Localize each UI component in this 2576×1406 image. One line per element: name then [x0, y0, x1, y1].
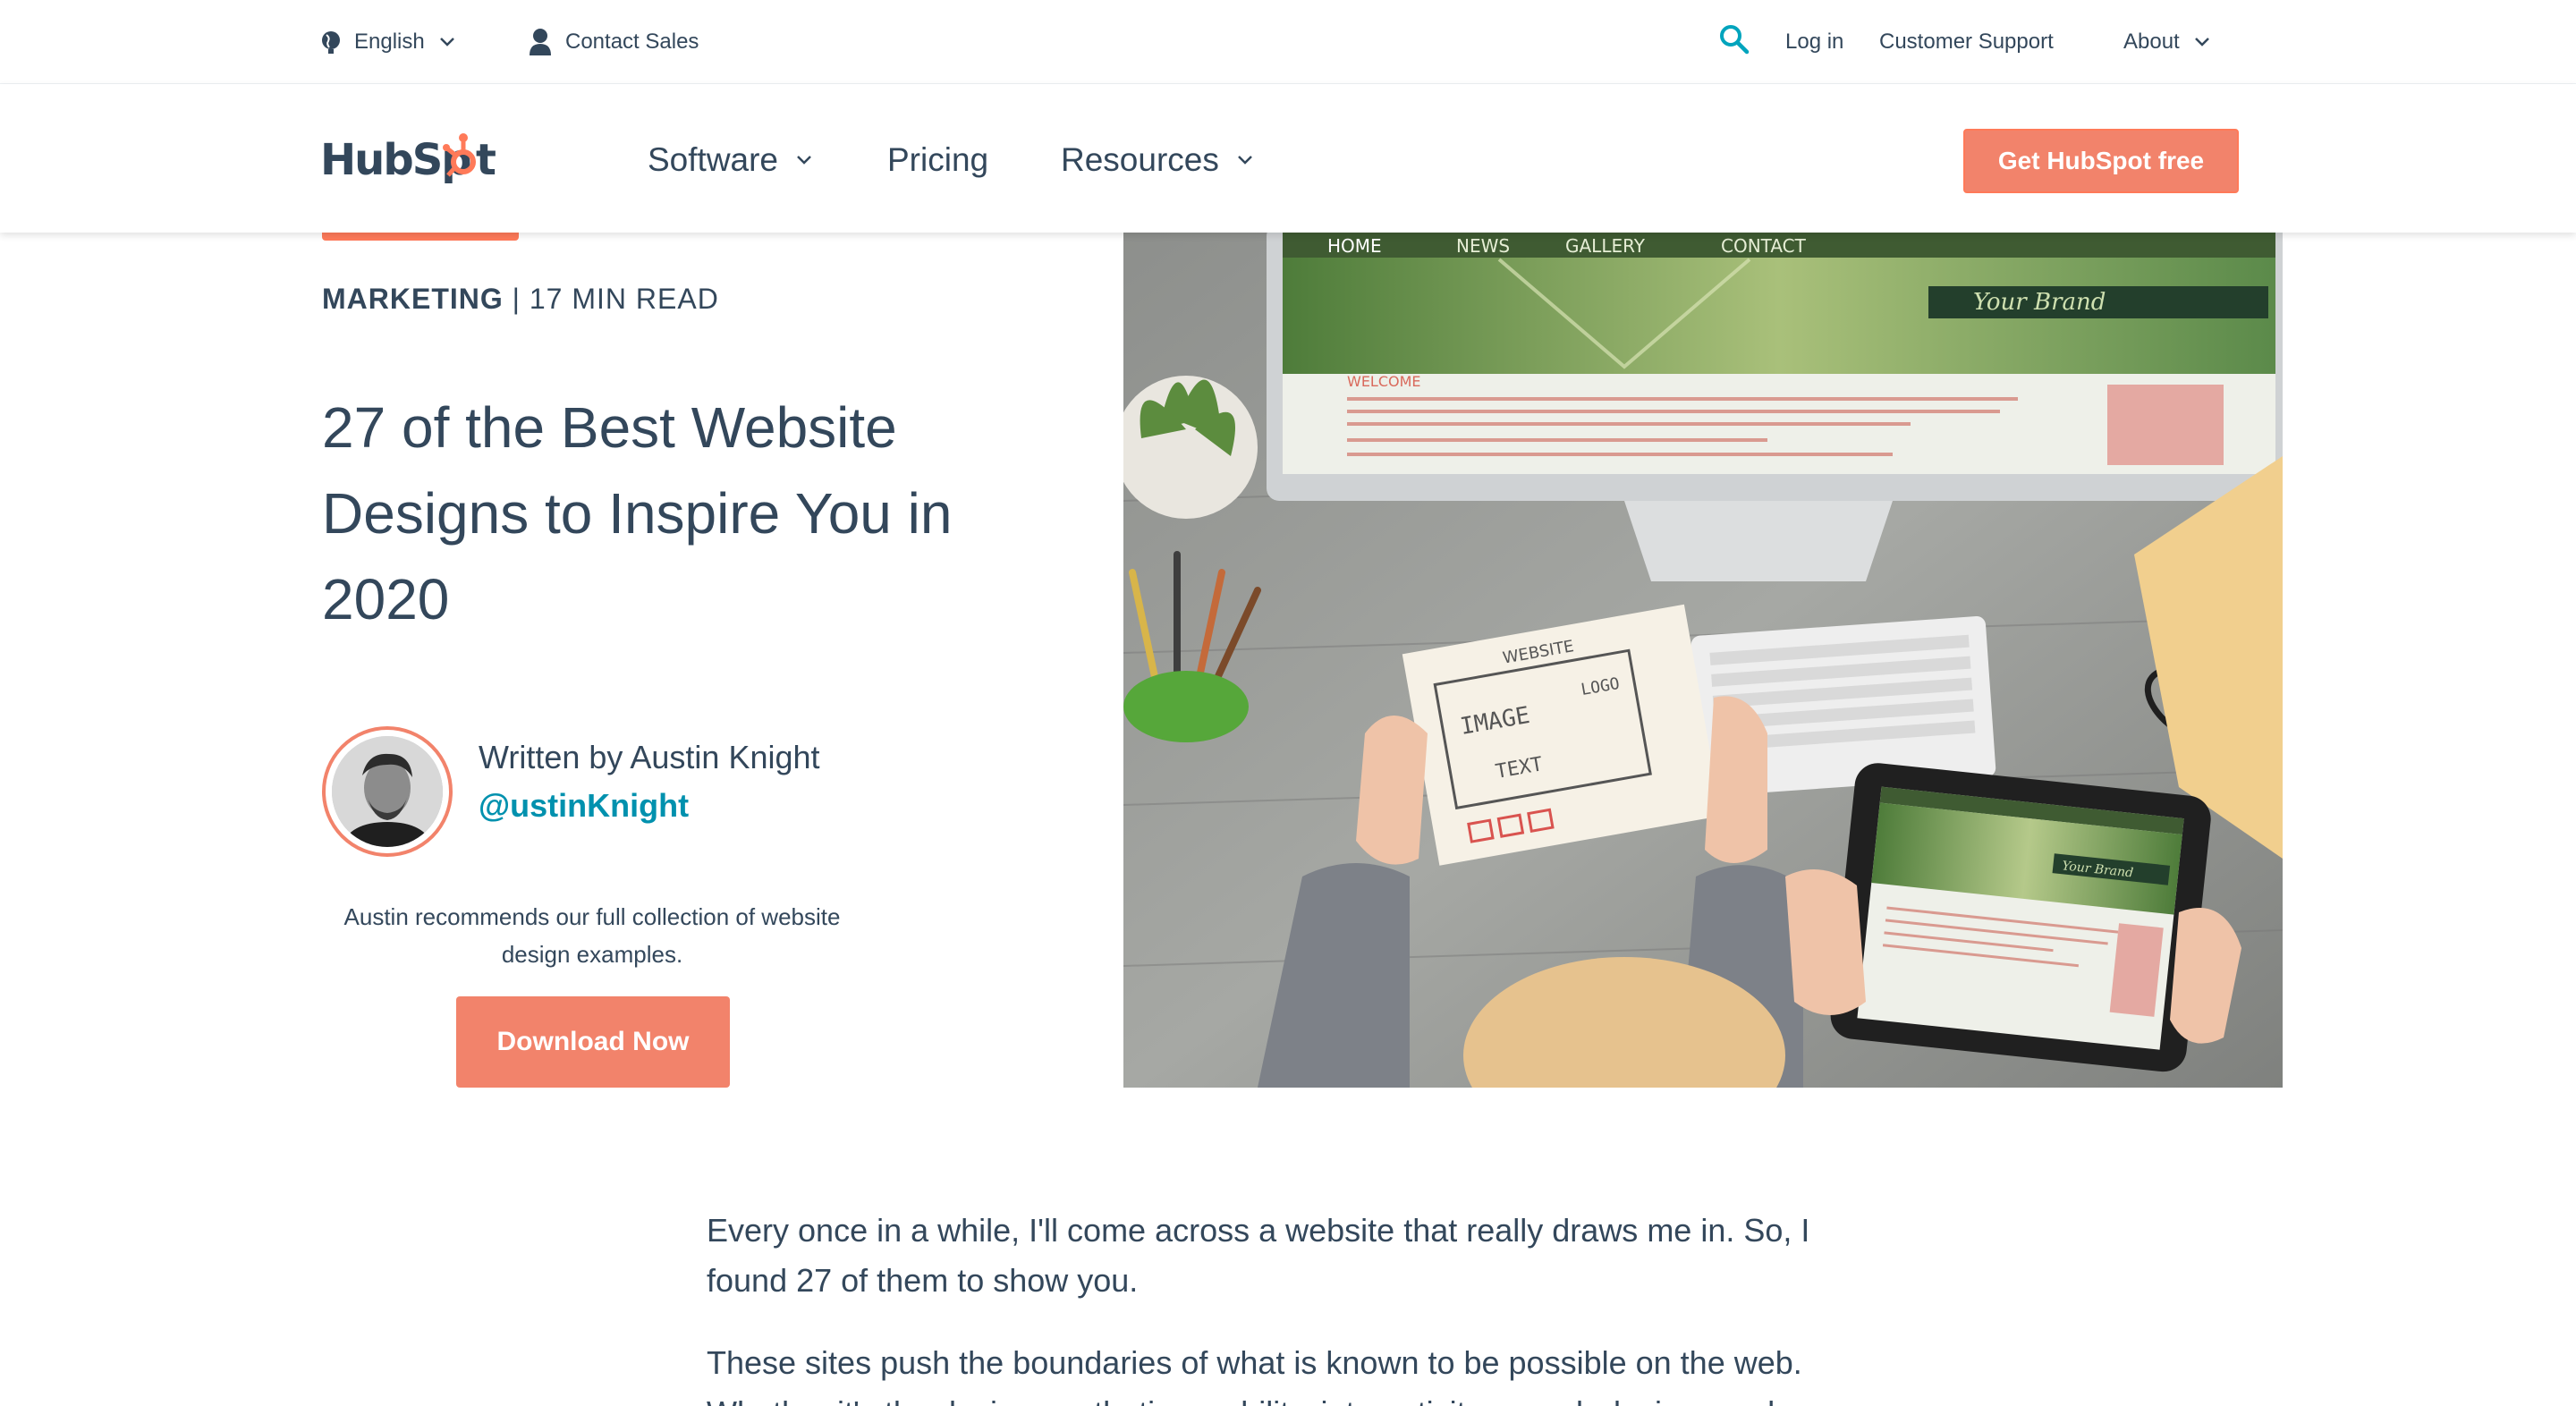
- screen-nav-gallery: GALLERY: [1565, 235, 1646, 257]
- nav-resources-label: Resources: [1061, 141, 1219, 178]
- contact-sales-link[interactable]: Contact Sales: [528, 0, 699, 84]
- screen-welcome: WELCOME: [1347, 373, 1421, 390]
- paragraph-2: These sites push the boundaries of what …: [707, 1344, 1802, 1381]
- chevron-down-icon: [1237, 155, 1253, 165]
- hubspot-logo[interactable]: HubSp t: [320, 131, 501, 187]
- chevron-down-icon: [796, 155, 812, 165]
- article-title: 27 of the Best Website Designs to Inspir…: [322, 395, 953, 631]
- recommendation-text: Austin recommends our full collection of…: [343, 903, 841, 968]
- hero-illustration: HOME NEWS GALLERY CONTACT Your Brand WEL…: [1123, 233, 2283, 1088]
- paragraph-3: Whether it's the design aesthetic, usabi…: [707, 1388, 1878, 1406]
- article-meta: MARKETING | 17 MIN READ: [322, 283, 719, 316]
- category-link[interactable]: MARKETING: [322, 283, 504, 315]
- search-icon: [1719, 24, 1750, 61]
- about-label: About: [2123, 30, 2180, 54]
- nav-software-label: Software: [648, 141, 779, 178]
- svg-text:t: t: [476, 135, 496, 185]
- about-menu[interactable]: About: [2123, 0, 2210, 84]
- get-hubspot-free-button[interactable]: Get HubSpot free: [1963, 129, 2239, 193]
- screen-nav-news: NEWS: [1456, 235, 1510, 257]
- main-nav: HubSp t Software Pricing Resources Get H…: [0, 84, 2576, 233]
- author-byline: Written by Austin Knight: [479, 739, 820, 775]
- accent-bar: [322, 233, 519, 241]
- hero-image: HOME NEWS GALLERY CONTACT Your Brand WEL…: [1123, 233, 2283, 1088]
- nav-pricing[interactable]: Pricing: [887, 138, 988, 182]
- utility-bar: English Contact Sales Log in Customer Su…: [0, 0, 2576, 84]
- paragraph-1: Every once in a while, I'll come across …: [707, 1212, 1810, 1299]
- language-selector[interactable]: English: [320, 0, 455, 84]
- chevron-down-icon: [2194, 37, 2210, 47]
- search-button[interactable]: [1719, 0, 1750, 84]
- svg-text:HubSp: HubSp: [320, 135, 470, 185]
- author-avatar[interactable]: [322, 726, 453, 857]
- download-now-button[interactable]: Download Now: [456, 996, 730, 1088]
- language-label: English: [354, 30, 425, 54]
- nav-software[interactable]: Software: [648, 138, 812, 182]
- author-photo: [332, 736, 443, 847]
- nav-resources[interactable]: Resources: [1061, 138, 1253, 182]
- screen-nav-contact: CONTACT: [1721, 235, 1807, 257]
- author-handle-link[interactable]: @ustinKnight: [479, 787, 689, 825]
- globe-icon: [320, 30, 342, 55]
- contact-sales-label: Contact Sales: [565, 30, 699, 54]
- screen-brand: Your Brand: [1973, 289, 2106, 316]
- screen-nav-home: HOME: [1327, 235, 1382, 257]
- hubspot-logo-mark: HubSp t: [320, 133, 496, 185]
- customer-support-link[interactable]: Customer Support: [1879, 0, 2054, 84]
- person-icon: [528, 28, 553, 56]
- login-link[interactable]: Log in: [1785, 0, 1843, 84]
- read-time: | 17 MIN READ: [512, 283, 719, 315]
- chevron-down-icon: [439, 37, 455, 47]
